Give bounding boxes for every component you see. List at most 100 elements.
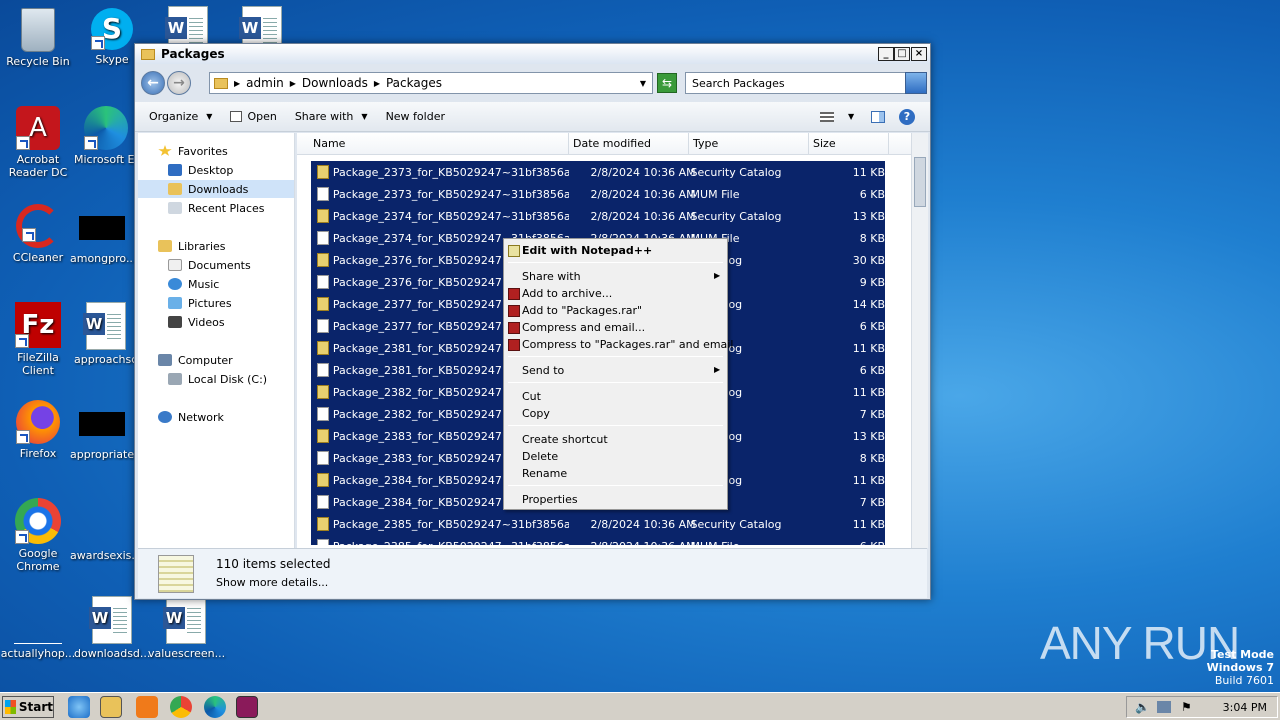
- desktop-icon-chrome[interactable]: Google Chrome: [0, 498, 76, 573]
- start-button[interactable]: Start: [2, 696, 54, 718]
- volume-icon[interactable]: 🔈: [1135, 700, 1150, 714]
- open-button[interactable]: Open: [230, 110, 277, 123]
- close-button[interactable]: ×: [911, 47, 927, 61]
- menu-compress-rar-email[interactable]: Compress to "Packages.rar" and email: [508, 336, 733, 353]
- nav-pictures[interactable]: Pictures: [168, 294, 232, 312]
- preview-pane-icon[interactable]: [871, 110, 885, 123]
- address-bar[interactable]: ▶ admin ▶ Downloads ▶ Packages ▼: [209, 72, 653, 94]
- file-size: 11 KB: [852, 385, 885, 399]
- file-type: Security Catalog: [690, 165, 782, 179]
- desktop-icon-amongpro[interactable]: amongpro...: [70, 204, 134, 265]
- menu-edit-notepad[interactable]: Edit with Notepad++: [508, 242, 652, 259]
- chevron-down-icon[interactable]: ▼: [640, 79, 646, 88]
- nav-favorites[interactable]: Favorites: [158, 142, 228, 160]
- search-input[interactable]: Search Packages: [685, 72, 907, 94]
- table-row[interactable]: Package_2373_for_KB5029247~31bf3856ad...…: [311, 161, 885, 183]
- menu-share-with[interactable]: Share with: [522, 268, 581, 285]
- nav-documents[interactable]: Documents: [168, 256, 251, 274]
- edge-icon: [84, 106, 128, 150]
- file-thumbnail-icon: [14, 596, 62, 644]
- table-row[interactable]: Package_2385_for_KB5029247~31bf3856ad...…: [311, 513, 885, 535]
- mum-file-icon: [317, 363, 329, 377]
- menu-properties[interactable]: Properties: [522, 491, 578, 508]
- desktop-icon-actuallyhop[interactable]: actuallyhop...: [0, 596, 76, 660]
- vertical-scrollbar[interactable]: [911, 133, 928, 548]
- menu-compress-email[interactable]: Compress and email...: [508, 319, 645, 336]
- menu-create-shortcut[interactable]: Create shortcut: [522, 431, 608, 448]
- table-row[interactable]: Package_2373_for_KB5029247~31bf3856ad...…: [311, 183, 885, 205]
- menu-rename[interactable]: Rename: [522, 465, 567, 482]
- nav-computer[interactable]: Computer: [158, 351, 233, 369]
- desktop-icon-approachsc[interactable]: approachsc...: [74, 302, 138, 366]
- file-size: 13 KB: [852, 429, 885, 443]
- new-folder-button[interactable]: New folder: [386, 110, 445, 123]
- column-size[interactable]: Size: [809, 133, 889, 154]
- share-with-button[interactable]: Share with ▼: [295, 110, 368, 123]
- nav-videos[interactable]: Videos: [168, 313, 225, 331]
- column-date-modified[interactable]: Date modified: [569, 133, 689, 154]
- scrollbar-thumb[interactable]: [914, 157, 926, 207]
- breadcrumb-admin[interactable]: admin: [246, 76, 284, 90]
- nav-recent-places[interactable]: Recent Places: [168, 199, 265, 217]
- edge-taskbar-icon[interactable]: [204, 696, 226, 718]
- submenu-arrow-icon: ▶: [714, 365, 721, 374]
- table-row[interactable]: Package_2385_for_KB5029247~31bf3856ad...…: [311, 535, 885, 545]
- menu-add-to-archive[interactable]: Add to archive...: [508, 285, 612, 302]
- nav-network[interactable]: Network: [158, 408, 224, 426]
- forward-button[interactable]: →: [167, 71, 191, 95]
- menu-delete[interactable]: Delete: [522, 448, 558, 465]
- network-tray-icon[interactable]: [1157, 701, 1171, 713]
- menu-add-to-rar[interactable]: Add to "Packages.rar": [508, 302, 642, 319]
- ie-taskbar-icon[interactable]: [68, 696, 90, 718]
- back-button[interactable]: ←: [141, 71, 165, 95]
- explorer-taskbar-icon[interactable]: [100, 696, 122, 718]
- desktop-icon-downloadsd[interactable]: downloadsd...: [74, 596, 150, 660]
- breadcrumb-packages[interactable]: Packages: [386, 76, 442, 90]
- desktop-icon-ccleaner[interactable]: CCleaner: [0, 204, 76, 264]
- help-icon[interactable]: ?: [899, 108, 915, 125]
- chevron-down-icon[interactable]: ▼: [848, 112, 854, 121]
- minimize-button[interactable]: _: [878, 47, 894, 61]
- desktop-icon-valuescreen[interactable]: valuescreen...: [148, 596, 225, 660]
- media-player-taskbar-icon[interactable]: [136, 696, 158, 718]
- desktop-icon-acrobat[interactable]: A Acrobat Reader DC: [0, 106, 76, 179]
- menu-cut[interactable]: Cut: [522, 388, 541, 405]
- nav-music[interactable]: Music: [168, 275, 219, 293]
- chrome-taskbar-icon[interactable]: [170, 696, 192, 718]
- breadcrumb-downloads[interactable]: Downloads: [302, 76, 368, 90]
- desktop-icon-firefox[interactable]: Firefox: [0, 400, 76, 460]
- table-row[interactable]: Package_2374_for_KB5029247~31bf3856ad...…: [311, 205, 885, 227]
- organize-button[interactable]: Organize ▼: [149, 110, 212, 123]
- nav-libraries[interactable]: Libraries: [158, 237, 226, 255]
- desktop-icon-edge[interactable]: Microsoft Edge: [74, 106, 138, 166]
- clock[interactable]: 3:04 PM: [1223, 701, 1267, 714]
- action-center-flag-icon[interactable]: ⚑: [1181, 700, 1192, 714]
- window-titlebar[interactable]: Packages: [135, 44, 930, 64]
- desktop-icon-awardsexis[interactable]: awardsexis...: [70, 498, 134, 562]
- column-name[interactable]: Name: [297, 133, 569, 154]
- network-icon: [158, 411, 172, 423]
- maximize-button[interactable]: □: [894, 47, 910, 61]
- nav-local-disk[interactable]: Local Disk (C:): [168, 370, 267, 388]
- nav-desktop[interactable]: Desktop: [168, 161, 233, 179]
- downloads-folder-icon: [168, 183, 182, 195]
- menu-send-to[interactable]: Send to: [522, 362, 564, 379]
- chevron-down-icon: ▼: [361, 112, 368, 121]
- search-icon[interactable]: [905, 72, 927, 94]
- nav-downloads[interactable]: Downloads: [138, 180, 294, 198]
- menu-copy[interactable]: Copy: [522, 405, 550, 422]
- column-type[interactable]: Type: [689, 133, 809, 154]
- show-more-details-link[interactable]: Show more details...: [216, 576, 328, 589]
- security-catalog-icon: [317, 165, 329, 179]
- acrobat-icon: A: [16, 106, 60, 150]
- refresh-button[interactable]: ⇆: [657, 73, 677, 93]
- view-options-icon[interactable]: [820, 111, 834, 122]
- chevron-down-icon: ▼: [206, 112, 213, 121]
- security-catalog-icon: [317, 473, 329, 487]
- desktop-icon-appropriate[interactable]: appropriate...: [70, 400, 134, 461]
- winrar-taskbar-icon[interactable]: [236, 696, 258, 718]
- desktop-icon-recycle-bin[interactable]: Recycle Bin: [0, 8, 76, 68]
- mum-file-icon: [317, 407, 329, 421]
- taskbar: Start 🔈 ⚑ 3:04 PM: [0, 692, 1280, 720]
- desktop-icon-filezilla[interactable]: Fz FileZilla Client: [0, 302, 76, 377]
